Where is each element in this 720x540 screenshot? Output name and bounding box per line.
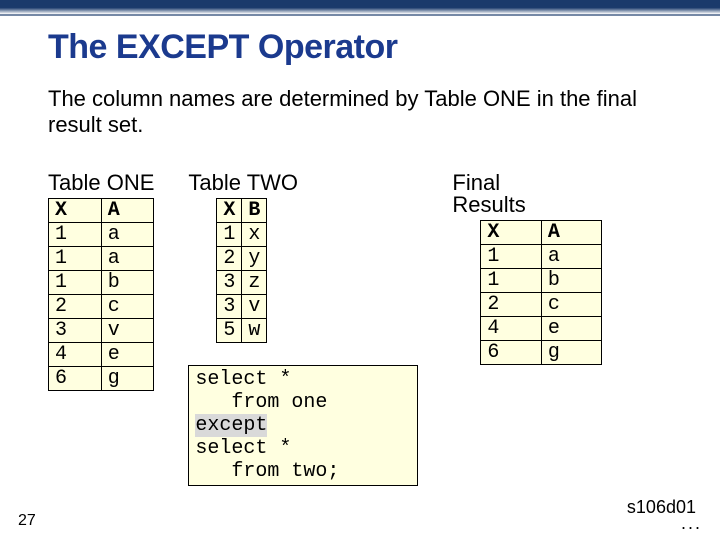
table-header: X A (481, 221, 602, 245)
table-final: X A 1a 1b 2c 4e 6g (480, 220, 602, 365)
col-header: X (49, 199, 102, 223)
table-one: X A 1a 1a 1b 2c 3v 4e 6g (48, 198, 154, 391)
sql-block: select * from one except select * from t… (188, 365, 418, 486)
sql-line: select * (195, 437, 291, 460)
table-row: 1b (481, 269, 602, 293)
content-columns: Table ONE X A 1a 1a 1b 2c 3v 4e 6g Table… (48, 170, 680, 486)
table-row: 2y (217, 247, 267, 271)
table-one-title: Table ONE (48, 170, 154, 196)
table-two-title: Table TWO (188, 170, 298, 196)
table-row: 1x (217, 223, 267, 247)
column-final-results: Final Results X A 1a 1b 2c 4e 6g (452, 170, 602, 365)
footer-dots: ... (681, 513, 702, 534)
sql-keyword-highlight: except (195, 414, 267, 437)
table-row: 2c (481, 293, 602, 317)
table-header: X B (217, 199, 267, 223)
col-header: X (217, 199, 242, 223)
sql-line: from two; (195, 460, 339, 483)
table-row: 1a (49, 223, 154, 247)
col-header: A (101, 199, 154, 223)
col-header: A (541, 221, 602, 245)
table-row: 1a (481, 245, 602, 269)
table-row: 6g (481, 341, 602, 365)
table-row: 3v (49, 319, 154, 343)
table-row: 6g (49, 367, 154, 391)
slide-number: 27 (18, 512, 36, 530)
slide-subtitle: The column names are determined by Table… (48, 86, 660, 139)
top-banner (0, 0, 720, 14)
slide: The EXCEPT Operator The column names are… (0, 0, 720, 540)
table-row: 3v (217, 295, 267, 319)
col-header: X (481, 221, 542, 245)
table-header: X A (49, 199, 154, 223)
table-row: 1b (49, 271, 154, 295)
table-row: 4e (49, 343, 154, 367)
sql-line: select * (195, 368, 291, 391)
top-divider (0, 14, 720, 16)
table-row: 4e (481, 317, 602, 341)
table-two: X B 1x 2y 3z 3v 5w (216, 198, 267, 343)
slide-title: The EXCEPT Operator (48, 28, 397, 67)
col-header: B (242, 199, 267, 223)
table-row: 2c (49, 295, 154, 319)
table-row: 1a (49, 247, 154, 271)
table-row: 3z (217, 271, 267, 295)
column-table-one: Table ONE X A 1a 1a 1b 2c 3v 4e 6g (48, 170, 154, 391)
table-row: 5w (217, 319, 267, 343)
final-title-2: Results (452, 192, 602, 218)
column-table-two: Table TWO X B 1x 2y 3z 3v 5w select * fr… (188, 170, 418, 486)
sql-line: from one (195, 391, 327, 414)
